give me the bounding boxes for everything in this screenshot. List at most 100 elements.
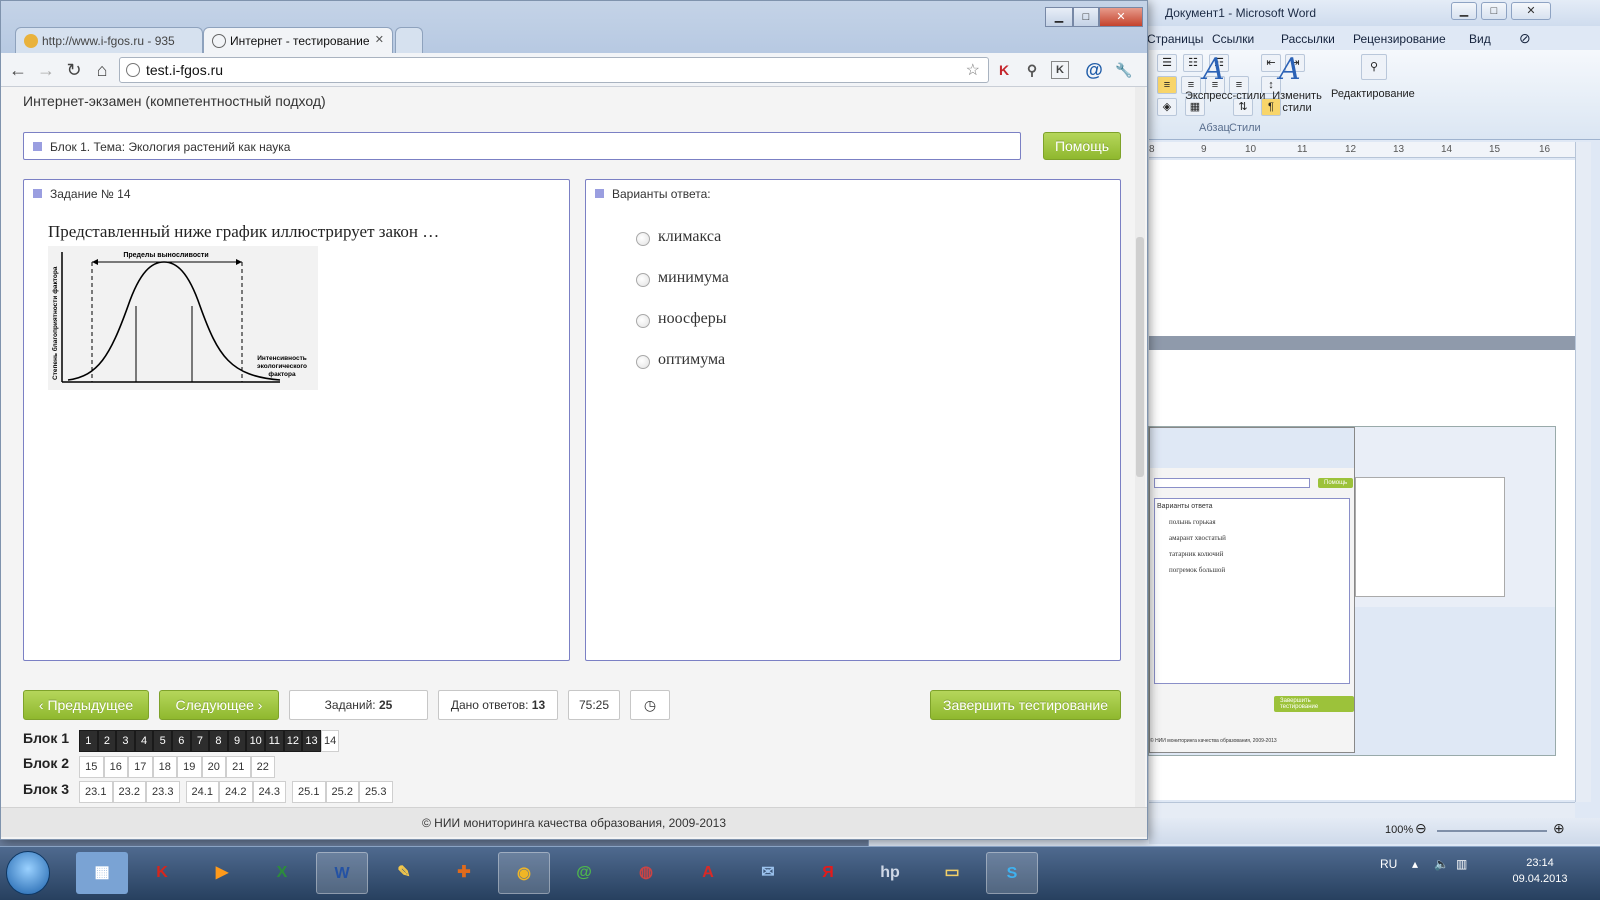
word-horizontal-scrollbar[interactable]: [1149, 802, 1575, 818]
question-number-box[interactable]: 23.1: [79, 781, 113, 803]
search-icon[interactable]: ⚲: [1021, 59, 1043, 81]
wrench-icon[interactable]: 🔧: [1113, 59, 1135, 81]
question-number-box[interactable]: 3: [116, 730, 135, 752]
excel-icon[interactable]: X: [256, 852, 308, 894]
zoom-slider[interactable]: [1437, 830, 1547, 832]
question-number-box[interactable]: 22: [250, 756, 275, 778]
change-styles-label[interactable]: Изменить стили: [1269, 90, 1325, 114]
acrobat-icon[interactable]: A: [682, 852, 734, 894]
question-number-box[interactable]: 15: [79, 756, 104, 778]
back-icon[interactable]: ←: [7, 59, 29, 81]
express-styles-icon[interactable]: A: [1203, 52, 1225, 87]
close-tab-icon[interactable]: ✕: [375, 33, 384, 46]
question-number-box[interactable]: 17: [128, 756, 153, 778]
question-number-box[interactable]: 7: [190, 730, 210, 752]
finish-test-button[interactable]: Завершить тестирование: [930, 690, 1121, 720]
zoom-out-icon[interactable]: ⊖: [1415, 820, 1427, 837]
binoculars-icon[interactable]: ⚲: [1361, 54, 1387, 80]
volume-icon[interactable]: 🔈: [1434, 857, 1449, 871]
question-number-box[interactable]: 11: [265, 730, 284, 752]
clock-icon[interactable]: ◷: [630, 690, 670, 720]
radio-button[interactable]: [636, 273, 650, 287]
change-styles-icon[interactable]: A: [1279, 52, 1301, 87]
yandex-icon[interactable]: Я: [802, 852, 854, 894]
shading-icon[interactable]: ◈: [1157, 98, 1177, 116]
question-number-box[interactable]: 25.3: [359, 781, 393, 803]
question-number-box[interactable]: 9: [227, 730, 247, 752]
word-vertical-scrollbar[interactable]: [1575, 142, 1591, 802]
previous-button[interactable]: ‹ Предыдущее: [23, 690, 149, 720]
language-indicator[interactable]: RU: [1380, 857, 1397, 871]
radio-button[interactable]: [636, 314, 650, 328]
word-tab-review[interactable]: Рецензирование: [1353, 32, 1446, 46]
question-number-box[interactable]: 14: [320, 730, 340, 752]
numbering-icon[interactable]: ☷: [1183, 54, 1203, 72]
mail-icon[interactable]: ✉: [742, 852, 794, 894]
word-close-button[interactable]: ✕: [1511, 2, 1551, 20]
bullets-icon[interactable]: ☰: [1157, 54, 1177, 72]
mail-agent-icon[interactable]: @: [558, 852, 610, 894]
chrome-icon[interactable]: ◉: [498, 852, 550, 894]
zoom-in-icon[interactable]: ⊕: [1553, 820, 1565, 837]
question-number-box[interactable]: 24.1: [185, 781, 219, 803]
question-number-box[interactable]: 5: [153, 730, 172, 752]
express-styles-label[interactable]: Экспресс-стили: [1185, 90, 1265, 102]
align-left-icon[interactable]: ≡: [1157, 76, 1177, 94]
question-number-box[interactable]: 20: [201, 756, 226, 778]
radio-button[interactable]: [636, 232, 650, 246]
start-button[interactable]: [6, 851, 50, 895]
question-number-box[interactable]: 23.2: [112, 781, 146, 803]
question-number-box[interactable]: 12: [283, 730, 303, 752]
question-number-box[interactable]: 8: [209, 730, 228, 752]
next-button[interactable]: Следующее ›: [159, 690, 279, 720]
bookmark-star-icon[interactable]: ☆: [966, 60, 980, 80]
word-page[interactable]: [1149, 160, 1575, 336]
tab-ifgos[interactable]: http://www.i-fgos.ru - 935: [15, 27, 203, 53]
page-scrollbar[interactable]: [1135, 87, 1145, 807]
home-icon[interactable]: ⌂: [91, 59, 113, 81]
word-tab-references[interactable]: Ссылки: [1212, 32, 1254, 46]
tray-arrow-icon[interactable]: ▴: [1412, 857, 1418, 871]
radio-button[interactable]: [636, 355, 650, 369]
calculator-icon[interactable]: ▦: [76, 852, 128, 894]
question-number-box[interactable]: 24.3: [252, 781, 286, 803]
question-number-box[interactable]: 1: [79, 730, 98, 752]
mail-notifier-icon[interactable]: @: [1083, 59, 1105, 81]
word-tab-view[interactable]: Вид: [1469, 32, 1491, 46]
question-number-box[interactable]: 23.3: [146, 781, 180, 803]
system-clock[interactable]: 23:14 09.04.2013: [1500, 855, 1580, 887]
editing-label[interactable]: Редактирование: [1331, 88, 1415, 100]
tab-testing[interactable]: Интернет - тестирование ✕: [203, 27, 393, 53]
kaspersky-icon[interactable]: K: [993, 59, 1015, 81]
paint-icon[interactable]: ✚: [438, 852, 490, 894]
maximize-button[interactable]: □: [1073, 7, 1099, 27]
globe-app-icon[interactable]: ◍: [620, 852, 672, 894]
question-number-box[interactable]: 21: [226, 756, 251, 778]
folder-icon[interactable]: ▭: [926, 852, 978, 894]
question-number-box[interactable]: 10: [246, 730, 265, 752]
question-number-box[interactable]: 6: [172, 730, 191, 752]
kaspersky-icon[interactable]: K: [136, 852, 188, 894]
new-tab-button[interactable]: [395, 27, 423, 53]
skype-icon[interactable]: S: [986, 852, 1038, 894]
question-number-box[interactable]: 16: [103, 756, 128, 778]
forward-icon[interactable]: →: [35, 59, 57, 81]
scrollbar-thumb[interactable]: [1136, 237, 1144, 477]
question-number-box[interactable]: 2: [97, 730, 117, 752]
question-number-box[interactable]: 4: [134, 730, 154, 752]
minimize-button[interactable]: ▁: [1045, 7, 1073, 27]
reload-icon[interactable]: ↻: [63, 59, 85, 81]
url-text[interactable]: test.i-fgos.ru: [146, 62, 223, 78]
question-number-box[interactable]: 13: [302, 730, 321, 752]
address-bar[interactable]: test.i-fgos.ru ☆: [119, 57, 989, 83]
close-button[interactable]: ✕: [1099, 7, 1143, 27]
help-button[interactable]: Помощь: [1043, 132, 1121, 160]
question-number-box[interactable]: 19: [177, 756, 202, 778]
media-player-icon[interactable]: ▶: [196, 852, 248, 894]
pencil-app-icon[interactable]: ✎: [378, 852, 430, 894]
word-icon[interactable]: W: [316, 852, 368, 894]
word-maximize-button[interactable]: □: [1481, 2, 1507, 20]
kaspersky-k-icon[interactable]: K: [1051, 61, 1069, 79]
question-number-box[interactable]: 25.1: [292, 781, 326, 803]
help-icon[interactable]: ⊘: [1519, 30, 1531, 47]
